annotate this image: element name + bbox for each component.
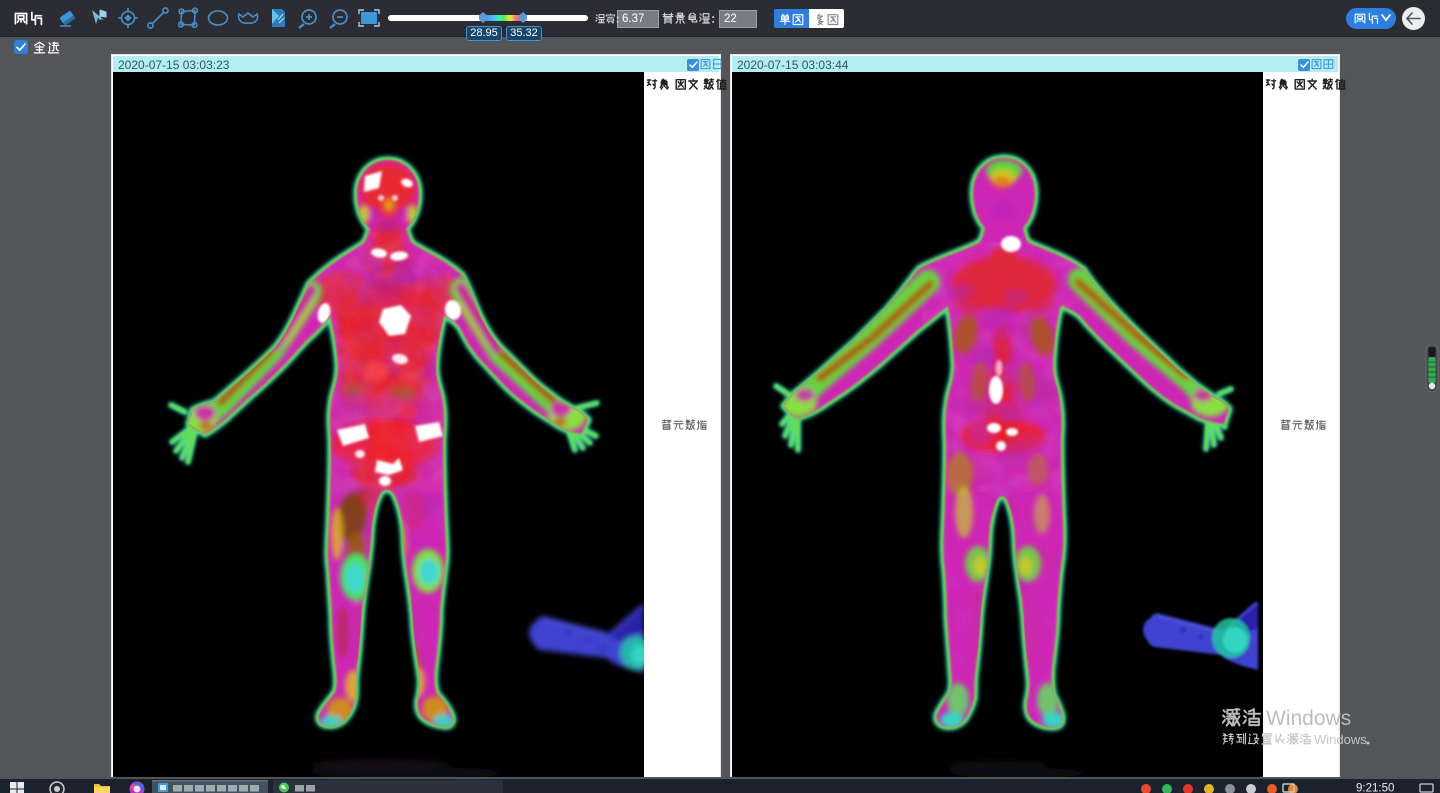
svg-text:Windows: Windows xyxy=(1266,707,1351,730)
svg-text:9:21:50: 9:21:50 xyxy=(1356,783,1394,793)
svg-text:Windows: Windows xyxy=(1314,732,1367,747)
